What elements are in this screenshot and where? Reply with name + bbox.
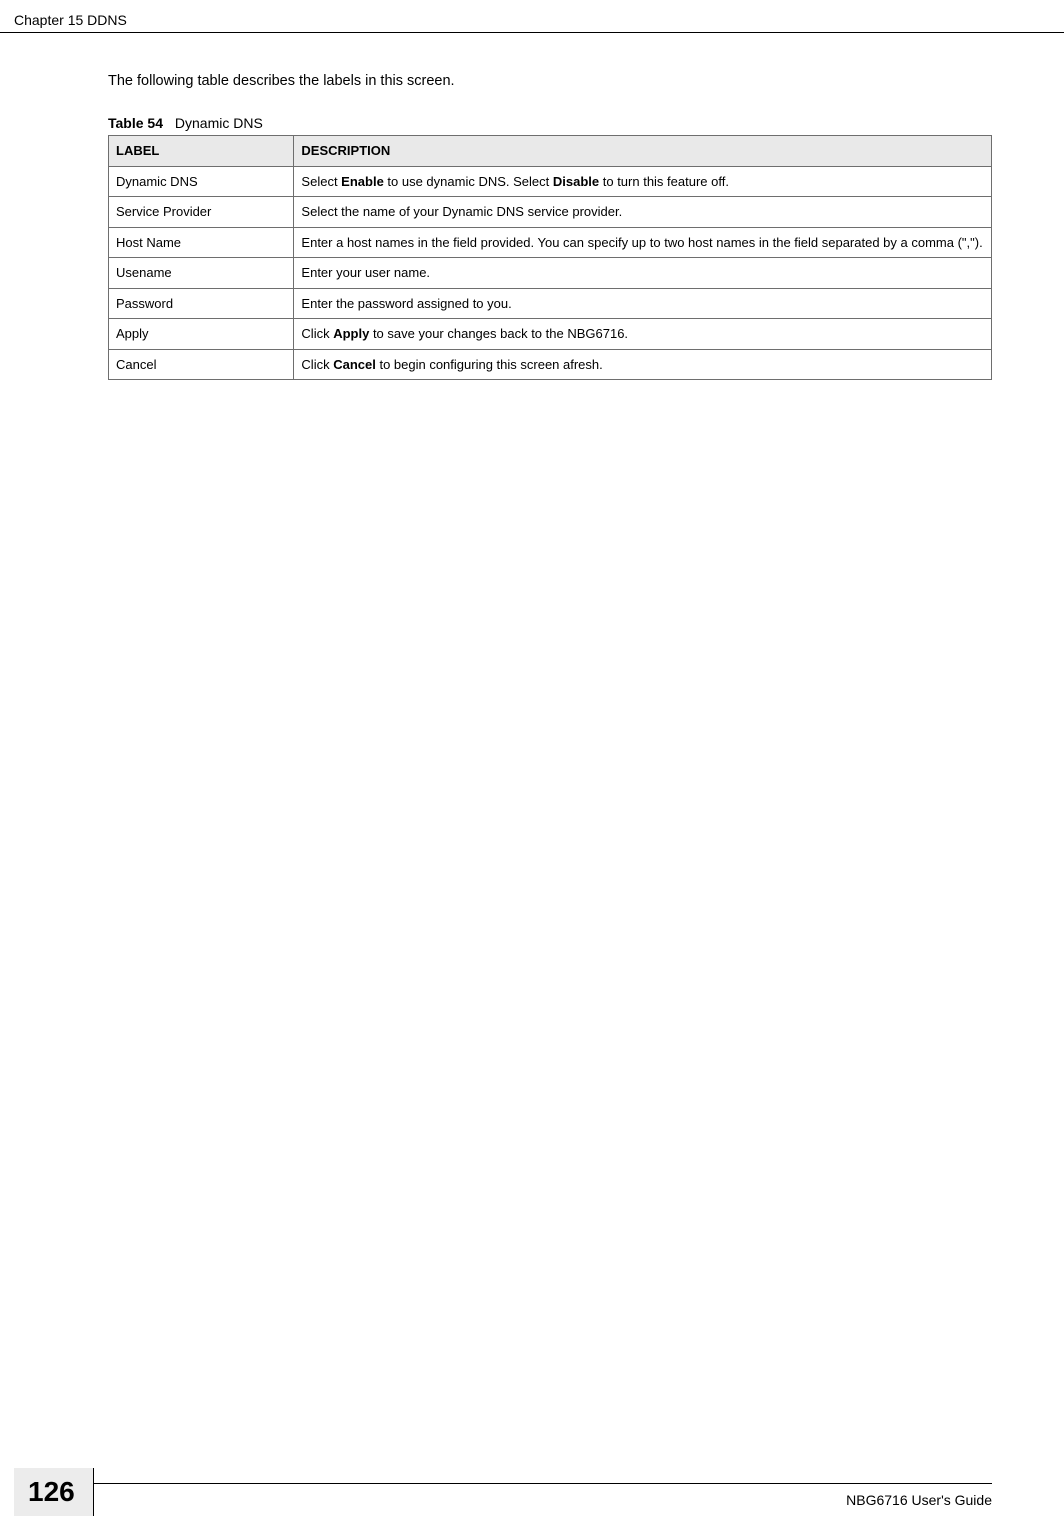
table-row: PasswordEnter the password assigned to y… xyxy=(109,288,992,319)
table-cell-description: Click Cancel to begin configuring this s… xyxy=(294,349,992,380)
page-header: Chapter 15 DDNS xyxy=(0,0,1064,33)
table-number: Table 54 xyxy=(108,115,163,131)
table-cell-label: Host Name xyxy=(109,227,294,258)
intro-text: The following table describes the labels… xyxy=(108,73,992,89)
table-cell-label: Usename xyxy=(109,258,294,289)
table-header-row: LABEL DESCRIPTION xyxy=(109,136,992,167)
chapter-title: Chapter 15 DDNS xyxy=(14,12,127,28)
table-cell-label: Password xyxy=(109,288,294,319)
table-row: UsenameEnter your user name. xyxy=(109,258,992,289)
table-row: Host NameEnter a host names in the field… xyxy=(109,227,992,258)
table-header-label: LABEL xyxy=(109,136,294,167)
table-cell-description: Select the name of your Dynamic DNS serv… xyxy=(294,197,992,228)
table-row: ApplyClick Apply to save your changes ba… xyxy=(109,319,992,350)
dynamic-dns-table: LABEL DESCRIPTION Dynamic DNSSelect Enab… xyxy=(108,135,992,380)
content-area: The following table describes the labels… xyxy=(0,33,1064,380)
table-cell-description: Click Apply to save your changes back to… xyxy=(294,319,992,350)
table-cell-description: Enter the password assigned to you. xyxy=(294,288,992,319)
table-cell-description: Enter a host names in the field provided… xyxy=(294,227,992,258)
table-header-description: DESCRIPTION xyxy=(294,136,992,167)
guide-title: NBG6716 User's Guide xyxy=(846,1492,992,1516)
table-cell-label: Dynamic DNS xyxy=(109,166,294,197)
table-caption: Table 54 Dynamic DNS xyxy=(108,115,992,131)
table-row: CancelClick Cancel to begin configuring … xyxy=(109,349,992,380)
page-number: 126 xyxy=(14,1468,94,1516)
table-cell-label: Apply xyxy=(109,319,294,350)
table-row: Service ProviderSelect the name of your … xyxy=(109,197,992,228)
table-title: Dynamic DNS xyxy=(175,115,263,131)
table-cell-description: Select Enable to use dynamic DNS. Select… xyxy=(294,166,992,197)
table-cell-label: Service Provider xyxy=(109,197,294,228)
table-row: Dynamic DNSSelect Enable to use dynamic … xyxy=(109,166,992,197)
page-footer: 126 NBG6716 User's Guide xyxy=(0,1483,1064,1516)
page: Chapter 15 DDNS The following table desc… xyxy=(0,0,1064,1524)
table-cell-description: Enter your user name. xyxy=(294,258,992,289)
table-cell-label: Cancel xyxy=(109,349,294,380)
